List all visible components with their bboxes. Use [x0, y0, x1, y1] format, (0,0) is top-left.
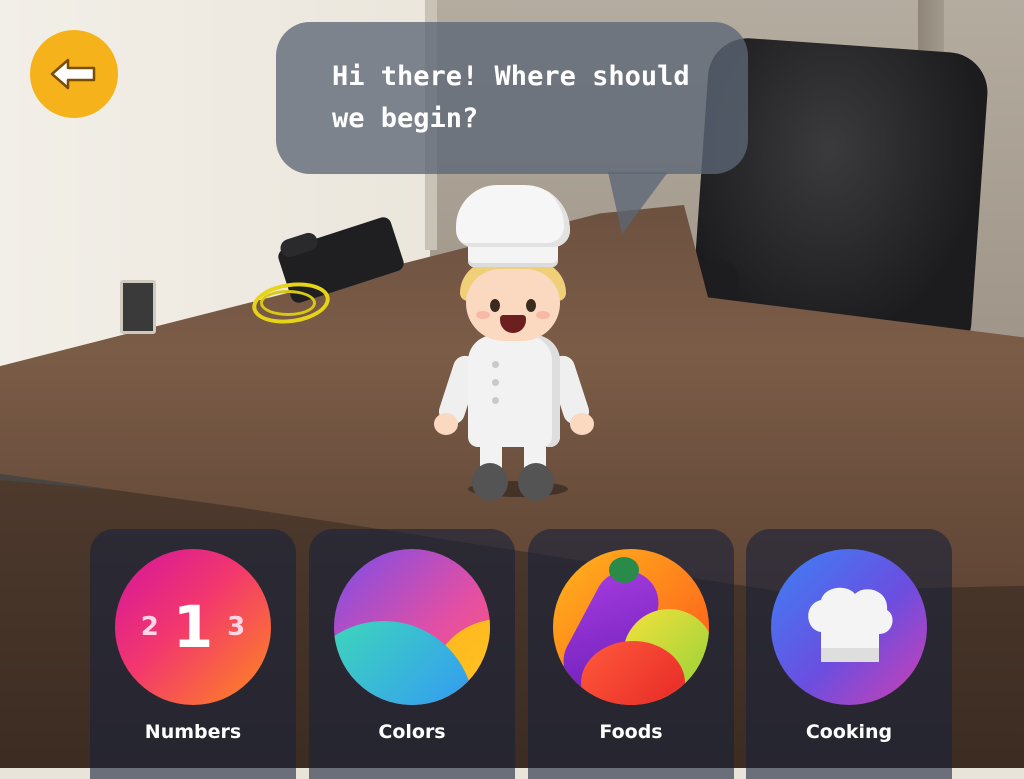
category-foods[interactable]: Foods — [528, 529, 734, 779]
wall-outlet — [120, 280, 156, 334]
speech-bubble-tail — [608, 172, 668, 234]
numbers-icon: 2 1 3 — [115, 549, 271, 705]
arrow-left-icon — [50, 58, 96, 90]
category-label: Numbers — [144, 721, 242, 743]
chef-character[interactable] — [428, 185, 598, 505]
color-blobs-icon — [334, 549, 490, 705]
chef-hat-icon — [771, 549, 927, 705]
category-colors[interactable]: Colors — [309, 529, 515, 779]
category-cooking[interactable]: Cooking — [746, 529, 952, 779]
speech-bubble: Hi there! Where should we begin? — [276, 22, 748, 174]
speech-bubble-text: Hi there! Where should we begin? — [332, 61, 690, 134]
chef-jacket — [468, 335, 560, 447]
chef-hat — [456, 185, 570, 247]
vegetables-icon — [553, 549, 709, 705]
category-label: Cooking — [805, 721, 893, 743]
back-button[interactable] — [30, 30, 118, 118]
category-label: Foods — [599, 721, 663, 743]
category-numbers[interactable]: 2 1 3 Numbers — [90, 529, 296, 779]
chef-face — [466, 269, 560, 341]
category-label: Colors — [378, 721, 446, 743]
category-menu: 2 1 3 Numbers Colors Foods Cooking — [90, 529, 952, 779]
